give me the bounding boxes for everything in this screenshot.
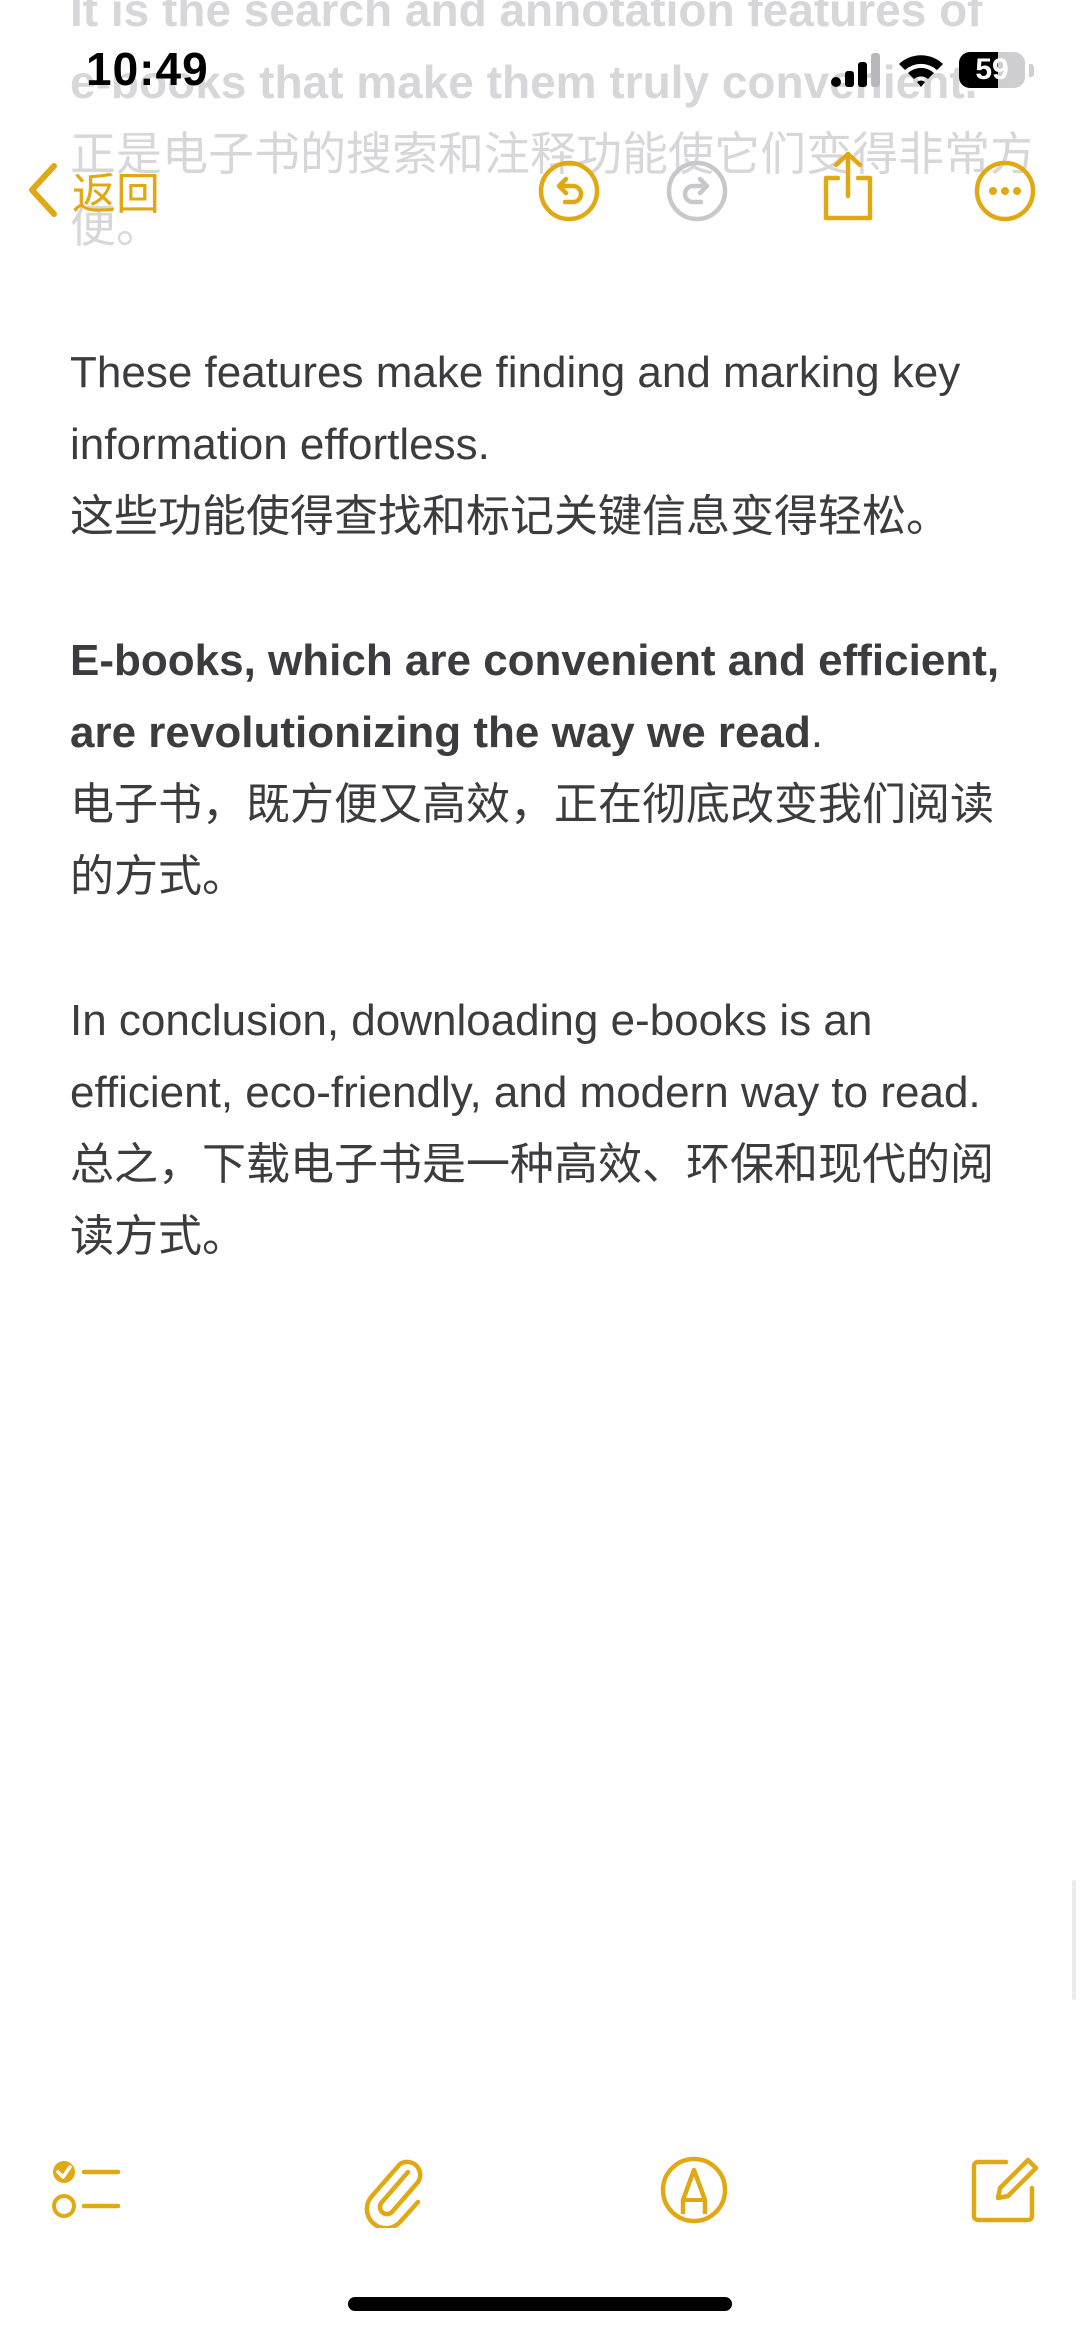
nav-bar: 返回 [0, 140, 1080, 240]
status-bar: 10:49 59 [0, 0, 1080, 130]
wifi-icon [899, 55, 943, 87]
battery-level: 59 [975, 53, 1009, 86]
period-text: . [810, 708, 824, 757]
home-indicator[interactable] [348, 2297, 732, 2311]
status-time: 10:49 [86, 43, 209, 95]
redo-icon[interactable] [664, 158, 730, 224]
attachment-icon[interactable] [356, 2152, 432, 2228]
paragraph-en: In conclusion, downloading e-books is an… [70, 996, 981, 1117]
battery-icon: 59 [959, 52, 1025, 88]
paragraph-zh: 总之，下载电子书是一种高效、环保和现代的阅读方式。 [70, 1140, 994, 1261]
scroll-indicator [1072, 1880, 1076, 2000]
battery-cap [1029, 63, 1034, 77]
back-button[interactable]: 返回 [20, 158, 160, 222]
bottom-toolbar [0, 2140, 1080, 2240]
note-body[interactable]: These features make finding and marking … [70, 337, 1030, 1273]
paragraph-en: These features make finding and marking … [70, 348, 961, 469]
share-icon[interactable] [818, 150, 878, 222]
markup-pen-icon[interactable] [656, 2152, 732, 2228]
paragraph-zh: 电子书，既方便又高效，正在彻底改变我们阅读的方式。 [70, 780, 994, 901]
undo-icon[interactable] [536, 158, 602, 224]
bold-text: E-books, which are convenient and effici… [70, 636, 1000, 757]
checklist-icon[interactable] [48, 2152, 124, 2228]
compose-icon[interactable] [966, 2152, 1042, 2228]
paragraph-zh: 这些功能使得查找和标记关键信息变得轻松。 [70, 492, 950, 541]
paragraph-en: E-books, which are convenient and effici… [70, 625, 1030, 769]
chevron-left-icon [29, 163, 57, 217]
more-options-icon[interactable] [972, 158, 1038, 224]
back-label: 返回 [72, 170, 160, 219]
cellular-signal-icon [831, 53, 880, 87]
status-icons: 59 [831, 48, 1034, 92]
